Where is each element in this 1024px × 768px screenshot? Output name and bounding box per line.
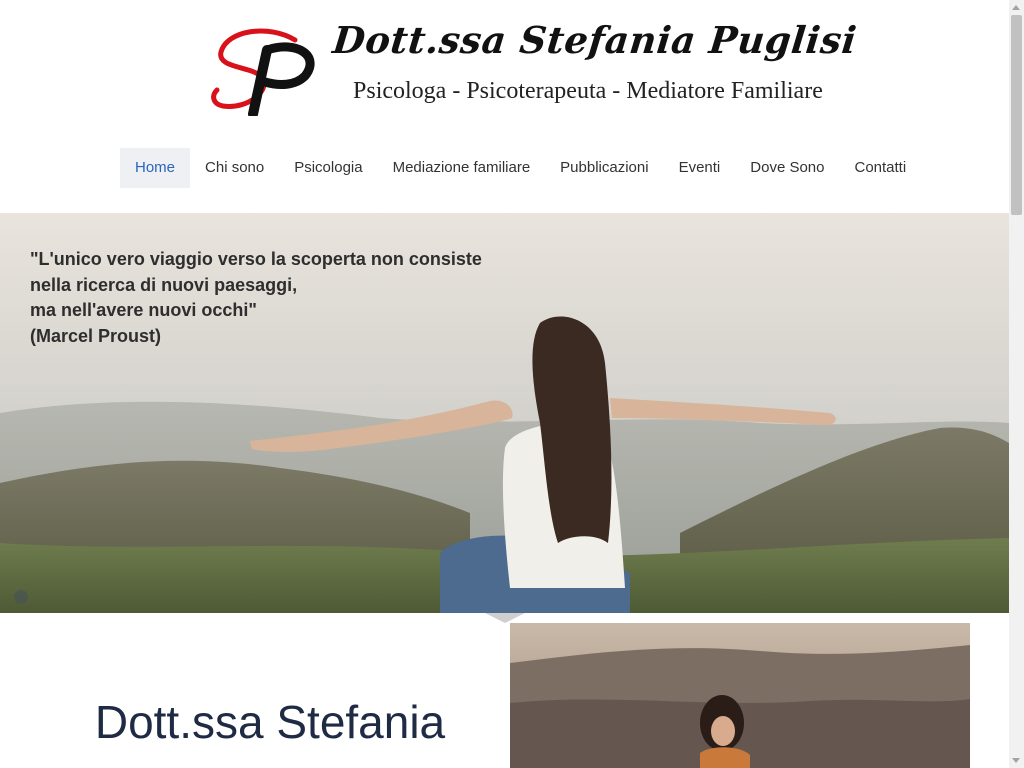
page-scrollbar[interactable]	[1009, 0, 1024, 768]
slider-dot[interactable]	[14, 590, 28, 604]
section-divider-arrow	[485, 613, 525, 623]
nav-item-home[interactable]: Home	[120, 148, 191, 188]
quote-line: "L'unico vero viaggio verso la scoperta …	[30, 249, 482, 269]
nav-item-contatti[interactable]: Contatti	[839, 148, 921, 188]
intro-title: Dott.ssa Stefania	[94, 696, 446, 748]
site-logo[interactable]: Dott.ssa Stefania Puglisi Psicologa - Ps…	[205, 10, 859, 120]
scrollbar-thumb[interactable]	[1011, 15, 1022, 215]
nav-item-mediazione-familiare[interactable]: Mediazione familiare	[378, 148, 546, 188]
quote-line: ma nell'avere nuovi occhi"	[30, 300, 257, 321]
hero-quote: "L'unico vero viaggio verso la scoperta …	[30, 247, 550, 349]
logo-name: Dott.ssa Stefania Puglisi	[330, 18, 859, 62]
intro-photo	[510, 623, 970, 768]
nav-item-pubblicazioni[interactable]: Pubblicazioni	[545, 148, 663, 188]
page: Dott.ssa Stefania Puglisi Psicologa - Ps…	[0, 0, 1009, 768]
logo-subtitle: Psicologa - Psicoterapeuta - Mediatore F…	[353, 78, 823, 104]
main-nav: Home Chi sono Psicologia Mediazione fami…	[120, 148, 921, 188]
quote-author: (Marcel Proust)	[30, 325, 162, 346]
sp-monogram-icon	[211, 28, 315, 116]
hero-slider: "L'unico vero viaggio verso la scoperta …	[0, 213, 1009, 613]
nav-item-eventi[interactable]: Eventi	[664, 148, 736, 188]
nav-item-dove-sono[interactable]: Dove Sono	[735, 148, 839, 188]
scroll-down-icon[interactable]	[1009, 753, 1024, 768]
quote-line: nella ricerca di nuovi paesaggi,	[30, 274, 298, 295]
nav-item-psicologia[interactable]: Psicologia	[279, 148, 377, 188]
scroll-up-icon[interactable]	[1009, 0, 1024, 15]
nav-item-chi-sono[interactable]: Chi sono	[190, 148, 279, 188]
